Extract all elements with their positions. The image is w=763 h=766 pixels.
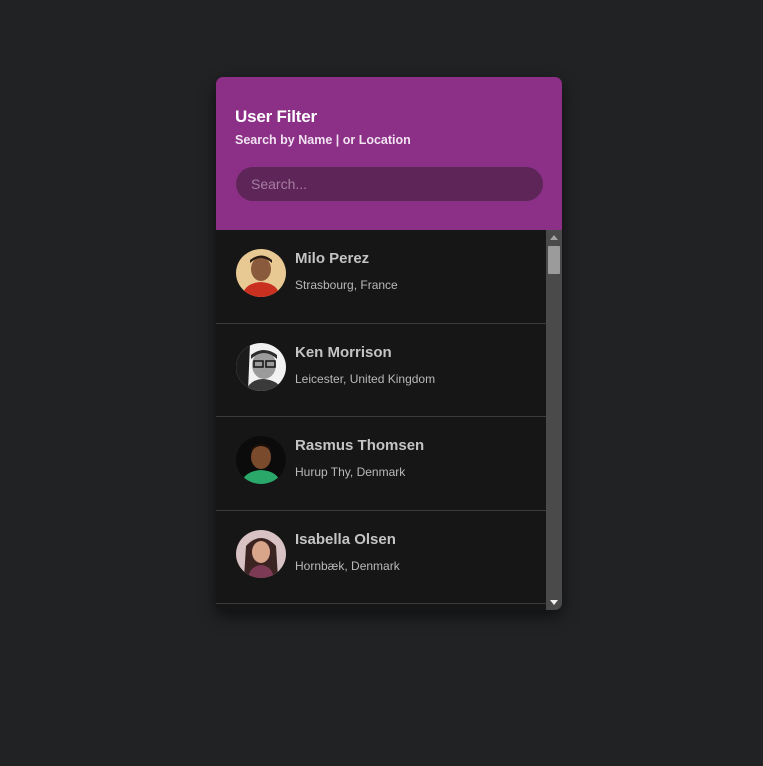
user-location: Hurup Thy, Denmark [295,465,406,479]
avatar [236,342,286,391]
user-location: Leicester, United Kingdom [295,371,436,386]
header-subtitle: Search by Name | or Location [235,133,411,147]
user-location: Hornbæk, Denmark [295,558,400,573]
user-location: Strasbourg, France [295,278,398,292]
avatar-image [236,342,286,391]
avatar-image [236,249,286,297]
avatar-image [236,436,286,484]
list-item[interactable]: Ken Morrison Leicester, United Kingdom [216,323,546,417]
user-list-container[interactable]: Milo Perez Strasbourg, France Ken Morris… [216,230,562,610]
scroll-up-arrow-icon[interactable] [546,231,562,244]
avatar [236,529,286,578]
avatar [236,436,286,484]
user-name: Ken Morrison [295,343,392,361]
avatar-image [236,529,286,578]
avatar [236,249,286,297]
card-header: User Filter Search by Name | or Location [216,77,562,230]
user-name: Milo Perez [295,250,370,267]
user-filter-card: User Filter Search by Name | or Location… [216,77,562,610]
user-name: Rasmus Thomsen [295,437,425,454]
header-title: User Filter [235,107,317,126]
list-item[interactable]: Isabella Olsen Hornbæk, Denmark [216,510,546,604]
user-name: Isabella Olsen [295,530,396,548]
search-input[interactable] [236,167,543,201]
user-list: Milo Perez Strasbourg, France Ken Morris… [216,230,546,604]
list-item[interactable]: Milo Perez Strasbourg, France [216,230,546,324]
list-item[interactable]: Rasmus Thomsen Hurup Thy, Denmark [216,417,546,511]
scroll-down-arrow-icon[interactable] [546,596,562,609]
list-scrollbar[interactable] [546,230,562,610]
scrollbar-thumb[interactable] [548,246,560,274]
